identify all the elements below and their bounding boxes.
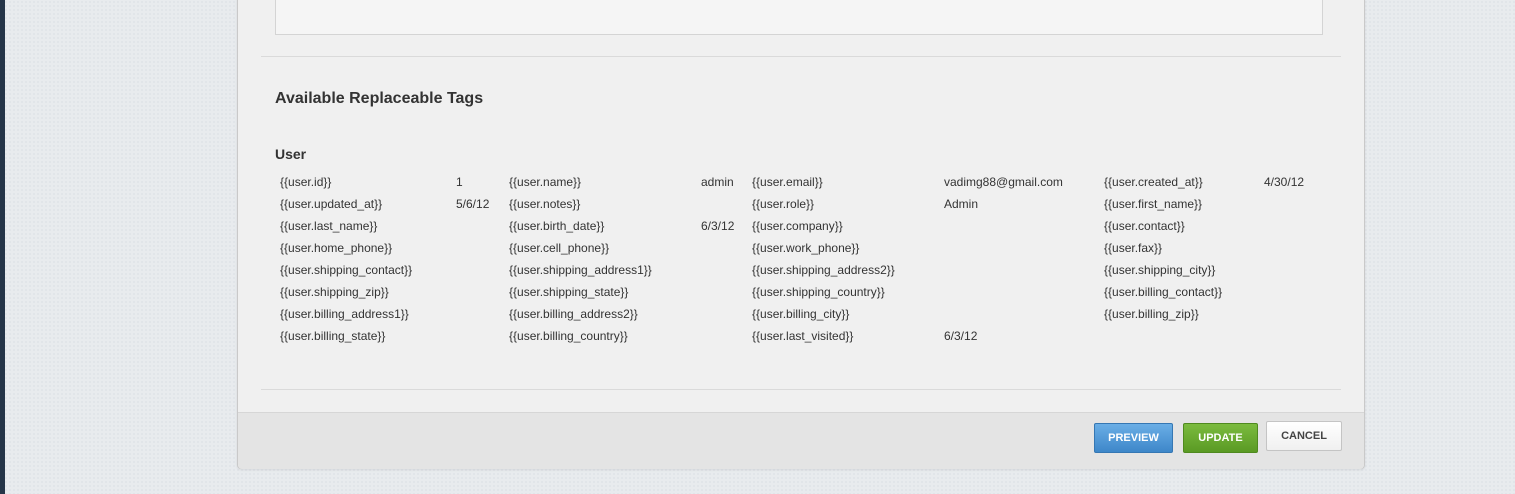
form-actions: PREVIEW UPDATE CANCEL <box>238 412 1364 469</box>
tag-name: {{user.shipping_country}} <box>752 285 885 299</box>
tag-name: {{user.shipping_address2}} <box>752 263 895 277</box>
tag-value <box>701 239 752 261</box>
tag-name: {{user.billing_contact}} <box>1104 285 1223 299</box>
section-title: Available Replaceable Tags <box>275 90 484 107</box>
tag-value <box>701 305 752 327</box>
tag-name: {{user.fax}} <box>1104 241 1163 255</box>
tag-value <box>1264 217 1324 239</box>
tag-value <box>944 283 1104 305</box>
window-left-edge <box>0 0 5 494</box>
tags-table: {{user.id}} 1 {{user.name}} admin {{user.ema… <box>280 173 1324 349</box>
tag-name: {{user.home_phone}} <box>280 241 393 255</box>
tag-name: {{user.billing_address2}} <box>509 307 638 321</box>
tag-name: {{user.billing_address1}} <box>280 307 409 321</box>
divider <box>261 56 1341 57</box>
tag-value: 5/6/12 <box>456 197 490 211</box>
tag-name: {{user.billing_state}} <box>280 329 386 343</box>
tag-value <box>701 261 752 283</box>
tag-value <box>701 195 752 217</box>
tag-value: vadimg88@gmail.com <box>944 175 1063 189</box>
tag-value <box>456 327 509 349</box>
tag-name: {{user.shipping_zip}} <box>280 285 389 299</box>
preview-button[interactable]: PREVIEW <box>1094 423 1173 453</box>
tag-value <box>1264 239 1324 261</box>
tag-value <box>1264 305 1324 327</box>
tag-value <box>1264 261 1324 283</box>
tag-name: {{user.shipping_state}} <box>509 285 629 299</box>
tag-value: Admin <box>944 197 979 211</box>
tag-name: {{user.contact}} <box>1104 219 1185 233</box>
tag-value <box>1264 195 1324 217</box>
tag-name: {{user.billing_country}} <box>509 329 628 343</box>
cancel-button[interactable]: CANCEL <box>1266 421 1342 451</box>
tag-name: {{user.role}} <box>752 197 815 211</box>
tag-name: {{user.email}} <box>752 175 823 189</box>
tag-value <box>701 327 752 349</box>
tag-value <box>701 283 752 305</box>
update-button[interactable]: UPDATE <box>1183 423 1258 453</box>
template-body-textarea[interactable] <box>275 0 1323 35</box>
tag-value: 6/3/12 <box>944 329 978 343</box>
tag-name: {{user.last_visited}} <box>752 329 854 343</box>
tag-name: {{user.billing_zip}} <box>1104 307 1199 321</box>
tag-name: {{user.company}} <box>752 219 843 233</box>
tag-name: {{user.birth_date}} <box>509 219 605 233</box>
tag-value: 6/3/12 <box>701 219 735 233</box>
tag-value <box>456 305 509 327</box>
tag-name: {{user.work_phone}} <box>752 241 860 255</box>
tag-name: {{user.notes}} <box>509 197 581 211</box>
group-title-user: User <box>275 146 307 162</box>
tag-value <box>456 239 509 261</box>
tag-name: {{user.first_name}} <box>1104 197 1203 211</box>
tag-value: 4/30/12 <box>1264 175 1305 189</box>
tag-name: {{user.shipping_city}} <box>1104 263 1216 277</box>
tag-value <box>456 217 509 239</box>
tag-name: {{user.created_at}} <box>1104 175 1203 189</box>
tag-value <box>944 261 1104 283</box>
tag-name: {{user.billing_city}} <box>752 307 850 321</box>
divider <box>261 389 1341 390</box>
email-template-panel: Available Replaceable Tags User {{user.i… <box>237 0 1365 469</box>
tag-name: {{user.shipping_address1}} <box>509 263 652 277</box>
tag-name: {{user.shipping_contact}} <box>280 263 413 277</box>
tag-value: 1 <box>456 175 463 189</box>
tag-value <box>1264 283 1324 305</box>
tag-value: admin <box>701 175 734 189</box>
tag-name: {{user.name}} <box>509 175 582 189</box>
tag-name: {{user.cell_phone}} <box>509 241 610 255</box>
tag-value <box>456 261 509 283</box>
tag-value <box>944 239 1104 261</box>
tag-value <box>456 283 509 305</box>
tag-name: {{user.id}} <box>280 175 332 189</box>
tag-value <box>944 305 1104 327</box>
tag-name: {{user.updated_at}} <box>280 197 383 211</box>
tag-value <box>944 217 1104 239</box>
tag-name: {{user.last_name}} <box>280 219 378 233</box>
